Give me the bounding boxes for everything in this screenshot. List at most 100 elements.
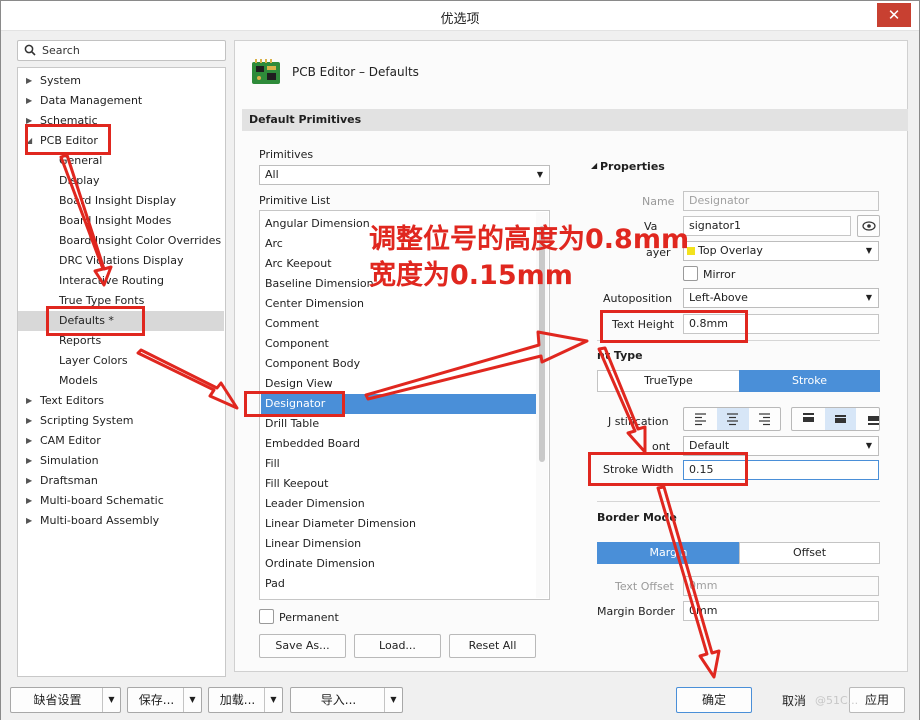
defaults-button-label: 缺省设置 [33, 693, 82, 707]
tree-item-label: Data Management [40, 94, 143, 107]
reset-all-button[interactable]: Reset All [449, 634, 536, 658]
tree-collapsed-icon[interactable]: ▶ [26, 431, 36, 451]
divider [597, 501, 880, 502]
mirror-checkbox[interactable] [683, 266, 698, 281]
list-item[interactable]: Ordinate Dimension [261, 554, 537, 574]
list-item[interactable]: Component [261, 334, 537, 354]
tree-collapsed-icon[interactable]: ▶ [26, 491, 36, 511]
title-bar: 优选项 ✕ [1, 1, 919, 31]
tree-item-label: Interactive Routing [59, 274, 164, 287]
tree-item-label: Simulation [40, 454, 99, 467]
tree-item-label: Scripting System [40, 414, 134, 427]
tree-item-label: Display [59, 174, 100, 187]
load-button-label: 加载... [219, 693, 256, 707]
tree-collapsed-icon[interactable]: ▶ [26, 71, 36, 91]
chevron-down-icon: ▼ [865, 293, 872, 302]
tree-item-label: Layer Colors [59, 354, 128, 367]
load-split-button[interactable]: 加载... ▼ [208, 687, 283, 713]
text-offset-label: Text Offset [615, 580, 674, 593]
tree-collapsed-icon[interactable]: ▶ [26, 411, 36, 431]
font-type-header: nt Type [597, 349, 643, 362]
list-item[interactable]: Fill Keepout [261, 474, 537, 494]
layer-select[interactable]: Top Overlay ▼ [683, 241, 879, 261]
search-icon [24, 44, 36, 56]
list-item[interactable]: Component Body [261, 354, 537, 374]
tree-item-label: CAM Editor [40, 434, 101, 447]
highlight-pcb-editor [25, 124, 111, 155]
list-item[interactable]: Linear Diameter Dimension [261, 514, 537, 534]
highlight-designator [244, 391, 345, 417]
tree-item-label: Models [59, 374, 98, 387]
border-mode-offset[interactable]: Offset [739, 542, 880, 564]
tree-item-label: Multi-board Assembly [40, 514, 160, 527]
permanent-checkbox[interactable] [259, 609, 274, 624]
font-type-truetype[interactable]: TrueType [597, 370, 740, 392]
load-button[interactable]: Load... [354, 634, 441, 658]
close-button[interactable]: ✕ [877, 3, 911, 27]
category-tree [17, 67, 226, 677]
tree-item-label: System [40, 74, 82, 87]
visibility-toggle[interactable] [857, 215, 880, 237]
margin-border-field[interactable]: 0mm [683, 601, 879, 621]
vertical-align-icon [803, 408, 879, 430]
value-field[interactable]: signator1 [683, 216, 851, 236]
cancel-button[interactable]: 取消 [782, 692, 806, 709]
save-split-button[interactable]: 保存... ▼ [127, 687, 202, 713]
import-button-label: 导入... [320, 693, 357, 707]
tree-item-label: Text Editors [40, 394, 105, 407]
page-title: PCB Editor – Defaults [292, 65, 419, 79]
tree-collapsed-icon[interactable]: ▶ [26, 511, 36, 531]
section-header: Default Primitives [242, 109, 908, 131]
list-item[interactable]: Drill Table [261, 414, 537, 434]
tree-item-label: Draftsman [40, 474, 98, 487]
tree-collapsed-icon[interactable]: ▶ [26, 391, 36, 411]
defaults-split-button[interactable]: 缺省设置 ▼ [10, 687, 121, 713]
justify-buttons-icon [695, 408, 770, 430]
list-item[interactable]: Fill [261, 454, 537, 474]
primitives-select[interactable]: All ▼ [259, 165, 550, 185]
highlight-defaults [46, 306, 145, 336]
annotation-line-2: 宽度为0.15mm [369, 260, 573, 291]
save-as-button[interactable]: Save As... [259, 634, 346, 658]
margin-border-label: Margin Border [597, 605, 675, 618]
tree-item-label: Multi-board Schematic [40, 494, 164, 507]
properties-header: Properties [600, 160, 665, 173]
tree-item-label: DRC Violations Display [59, 254, 184, 267]
font-type-stroke[interactable]: Stroke [739, 370, 880, 392]
tree-collapsed-icon[interactable]: ▶ [26, 451, 36, 471]
eye-icon [861, 221, 876, 231]
list-item[interactable]: Comment [261, 314, 537, 334]
border-mode-header: Border Mode [597, 511, 677, 524]
watermark: @51C... [815, 694, 859, 707]
tree-item-label: Board Insight Color Overrides [59, 234, 222, 247]
autoposition-select[interactable]: Left-Above ▼ [683, 288, 879, 308]
list-item[interactable]: Linear Dimension [261, 534, 537, 554]
chevron-down-icon[interactable]: ▼ [183, 688, 201, 712]
name-field: Designator [683, 191, 879, 211]
pcb-board-icon [252, 59, 280, 84]
ok-button[interactable]: 确定 [676, 687, 752, 713]
save-button-label: 保存... [138, 693, 175, 707]
layer-select-value: Top Overlay [698, 244, 763, 257]
permanent-label: Permanent [279, 611, 339, 624]
search-input[interactable]: Search [17, 40, 226, 61]
import-split-button[interactable]: 导入... ▼ [290, 687, 403, 713]
collapse-triangle-icon[interactable]: ◢ [591, 161, 597, 170]
autoposition-select-value: Left-Above [689, 291, 748, 304]
chevron-down-icon[interactable]: ▼ [384, 688, 402, 712]
justification-group-horizontal [683, 407, 781, 431]
highlight-text-height [600, 310, 748, 343]
chevron-down-icon[interactable]: ▼ [264, 688, 282, 712]
list-item[interactable]: Center Dimension [261, 294, 537, 314]
list-item[interactable]: Embedded Board [261, 434, 537, 454]
primitives-label: Primitives [259, 148, 314, 161]
list-item[interactable]: Leader Dimension [261, 494, 537, 514]
tree-item-label: Board Insight Modes [59, 214, 172, 227]
tree-collapsed-icon[interactable]: ▶ [26, 471, 36, 491]
border-mode-margin[interactable]: Marg n [597, 542, 740, 564]
highlight-stroke-width [588, 452, 748, 486]
chevron-down-icon[interactable]: ▼ [102, 688, 120, 712]
tree-collapsed-icon[interactable]: ▶ [26, 91, 36, 111]
list-item[interactable]: Pad [261, 574, 537, 594]
justification-label: J stification [608, 415, 669, 428]
